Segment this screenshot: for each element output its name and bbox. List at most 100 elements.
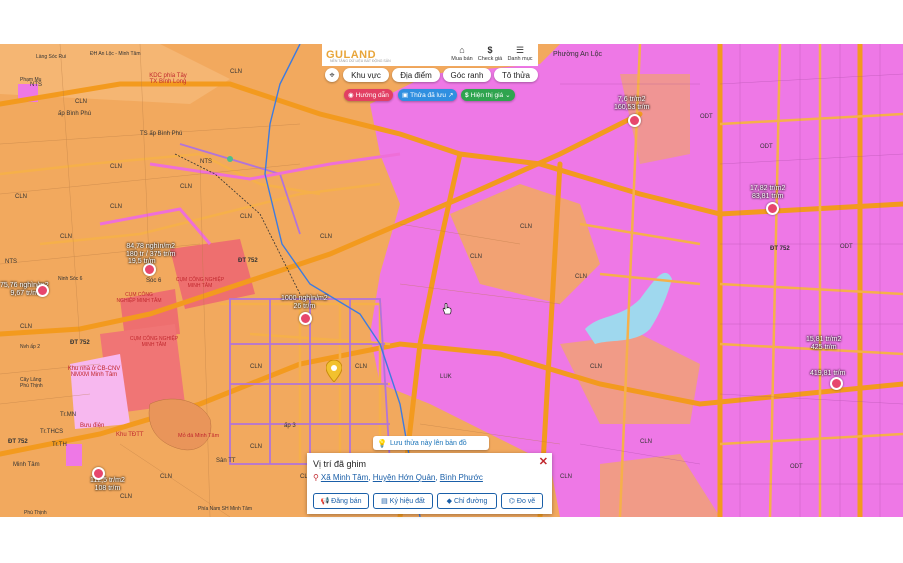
- land-code: CLN: [15, 194, 28, 200]
- price-tag: 7,6 tr/m2 160,53 tr/m: [614, 96, 650, 111]
- land-code: CLN: [180, 184, 193, 190]
- location-pin-icon[interactable]: [830, 377, 843, 390]
- megaphone-icon: 📢: [320, 498, 330, 505]
- map-label-road: ĐT 752: [70, 340, 90, 346]
- price-tag: 17,82 tr/m2 83,81 tr/m: [750, 185, 786, 200]
- land-code: CLN: [575, 274, 588, 280]
- map-label-place: Sân TT: [216, 458, 236, 464]
- map-label-zone: Khu TĐTT: [116, 432, 144, 438]
- address-province-link[interactable]: Bình Phước: [440, 473, 483, 482]
- close-icon[interactable]: ✕: [539, 455, 548, 468]
- locate-me-button[interactable]: ⌖: [325, 68, 339, 82]
- check-price-button[interactable]: $ Check giá: [476, 45, 504, 65]
- land-code: CLN: [560, 474, 573, 480]
- house-icon: ⌂: [459, 45, 465, 55]
- land-code: LUK: [440, 374, 452, 380]
- map-label-place: Làng Sóc Rui: [36, 54, 67, 60]
- land-code: CLN: [110, 204, 123, 210]
- land-code: ODT: [700, 114, 713, 120]
- map-label-zone: Tr.THCS: [40, 429, 64, 435]
- map-label-zone: Tr.TH: [52, 442, 67, 448]
- map-label-place: Phù Thịnh: [24, 510, 47, 516]
- location-pin-icon[interactable]: [36, 284, 49, 297]
- map-label-road: ĐT 752: [238, 258, 258, 264]
- map-label-zone: CỤM CÔNG NGHIỆP MINH TÂM: [129, 336, 179, 348]
- map-label-zone: CỤM CÔNG NGHIỆP MINH TÂM: [116, 292, 162, 304]
- land-code: CLN: [75, 99, 88, 105]
- price-tag: 84,78 nghìn/m2 180 tr / 375 tr/m: [126, 243, 176, 258]
- land-code: NTS: [5, 259, 17, 265]
- card-title: Vị trí đã ghim: [313, 459, 367, 469]
- land-legend-button[interactable]: ▤ Ký hiệu đất: [373, 493, 433, 509]
- saved-parcels-button[interactable]: ▣ Thửa đã lưu ↗: [398, 89, 458, 101]
- pinned-location-marker-icon[interactable]: [326, 360, 342, 382]
- land-code: CLN: [120, 494, 133, 500]
- map-label-place: Phường An Lộc: [553, 51, 602, 58]
- pinned-location-card: Vị trí đã ghim ✕ ⚲ Xã Minh Tâm, Huyện Hớn…: [307, 453, 552, 514]
- logo-subtitle: NỀN TẢNG DỮ LIỆU BẤT ĐỘNG SẢN: [330, 59, 391, 63]
- map-legend-icon: ▤: [381, 498, 388, 505]
- map-label-place: ấp Bình Phú: [58, 111, 92, 117]
- map-label-zone: Bưu điện: [80, 423, 105, 429]
- land-code: NTS: [200, 159, 212, 165]
- land-code: CLN: [640, 439, 653, 445]
- lightbulb-icon: 💡: [377, 438, 387, 448]
- save-parcel-banner[interactable]: 💡 Lưu thửa này lên bản đồ: [373, 436, 489, 450]
- land-code: CLN: [320, 234, 333, 240]
- chip-border-corner[interactable]: Góc ranh: [443, 68, 491, 82]
- measure-button[interactable]: ⌬ Đo vẽ: [501, 493, 543, 509]
- map-label-zone: CỤM CÔNG NGHIỆP MINH TÂM: [175, 277, 225, 289]
- price-tag: 19,5 tr/m: [128, 258, 156, 265]
- play-icon: ◉: [348, 92, 354, 99]
- location-pin-icon[interactable]: [628, 114, 641, 127]
- card-address: ⚲ Xã Minh Tâm, Huyện Hớn Quản, Bình Phước: [313, 473, 483, 482]
- land-code: CLN: [160, 474, 173, 480]
- guide-button[interactable]: ◉ Hướng dẫn: [344, 89, 393, 101]
- land-code: CLN: [250, 444, 263, 450]
- directions-button[interactable]: ◆ Chỉ đường: [437, 493, 497, 509]
- chip-location[interactable]: Địa điểm: [392, 68, 440, 82]
- map-label-place: Ninh Sóc 6: [58, 276, 83, 282]
- direction-icon: ◆: [446, 498, 452, 505]
- map-label-road: ĐT 752: [8, 439, 28, 445]
- show-price-button[interactable]: $ Hiện thị giá ⌄: [461, 89, 515, 101]
- chip-paint-parcel[interactable]: Tô thửa: [494, 68, 538, 82]
- land-code: CLN: [230, 69, 243, 75]
- land-code: CLN: [520, 224, 533, 230]
- chevron-down-icon: ⌄: [505, 92, 511, 99]
- menu-icon: ☰: [515, 45, 525, 55]
- dollar-icon: $: [465, 91, 469, 99]
- buy-sell-button[interactable]: ⌂ Mua bán: [448, 45, 476, 65]
- address-district-link[interactable]: Huyện Hớn Quản: [373, 473, 436, 482]
- land-code: NTS: [30, 82, 42, 88]
- land-code: CLN: [355, 364, 368, 370]
- land-code: ODT: [760, 144, 773, 150]
- location-pin-icon[interactable]: [299, 312, 312, 325]
- map-label-road: Phía Nam SH Minh Tâm: [198, 506, 253, 512]
- price-tag: 1000 nghìn/m2 26 tr/m: [281, 295, 328, 310]
- map-label-zone: KDC phía Tây TX Bình Long: [149, 73, 187, 85]
- bookmark-icon: ▣: [402, 92, 409, 99]
- map-pin-icon: ⚲: [313, 473, 319, 482]
- app-header: GULAND NỀN TẢNG DỮ LIỆU BẤT ĐỘNG SẢN ⌂ M…: [322, 44, 538, 66]
- post-sale-button[interactable]: 📢 Đăng bán: [313, 493, 369, 509]
- land-code: CLN: [110, 164, 123, 170]
- map-label-place: Sóc 6: [146, 278, 162, 284]
- map-label-zone: Nvh ấp 2: [20, 344, 41, 350]
- land-code: ODT: [790, 464, 803, 470]
- chip-area[interactable]: Khu vực: [343, 68, 389, 82]
- map-label-place: ấp 3: [284, 423, 296, 429]
- location-pin-icon[interactable]: [92, 467, 105, 480]
- map-label-zone: Mỏ đá Minh Tâm: [178, 433, 220, 439]
- location-pin-icon[interactable]: [766, 202, 779, 215]
- menu-button[interactable]: ☰ Danh mục: [506, 45, 534, 65]
- land-code: CLN: [470, 254, 483, 260]
- land-code: ODT: [840, 244, 853, 250]
- land-code: CLN: [60, 234, 73, 240]
- crosshair-icon: ⌖: [329, 69, 335, 80]
- address-commune-link[interactable]: Xã Minh Tâm: [321, 473, 368, 482]
- dollar-icon: $: [487, 45, 493, 55]
- land-code: CLN: [20, 324, 33, 330]
- map-label-zone: Cây Lăng Phú Thịnh: [20, 377, 43, 389]
- map-label-road: ĐH An Lộc - Minh Tâm: [90, 51, 141, 57]
